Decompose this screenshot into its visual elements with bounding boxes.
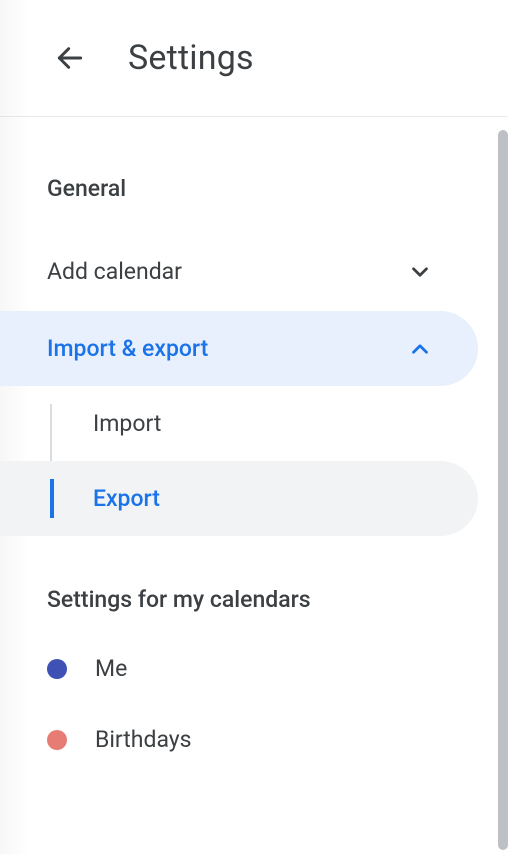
nav-item-add-calendar[interactable]: Add calendar <box>0 232 478 311</box>
sub-item-export[interactable]: Export <box>0 461 478 536</box>
nav-label-general: General <box>47 175 126 202</box>
settings-header: Settings <box>0 0 508 116</box>
calendar-color-dot <box>47 659 67 679</box>
nav-item-general[interactable]: General <box>0 175 478 232</box>
scrollbar[interactable] <box>498 130 508 850</box>
calendar-color-dot <box>47 730 67 750</box>
chevron-down-icon <box>407 259 433 285</box>
sub-item-import[interactable]: Import <box>0 386 478 461</box>
back-button[interactable] <box>50 38 90 78</box>
calendar-label: Birthdays <box>95 726 192 753</box>
page-title: Settings <box>128 38 254 78</box>
active-indicator <box>50 479 54 518</box>
sub-label-import: Import <box>93 410 161 437</box>
sub-item-line <box>50 404 52 461</box>
settings-nav: General Add calendar Import & export Imp… <box>0 117 508 775</box>
arrow-left-icon <box>54 42 86 74</box>
calendars-section-title: Settings for my calendars <box>0 536 508 633</box>
sub-label-export: Export <box>93 485 160 512</box>
nav-label-import-export: Import & export <box>47 335 208 362</box>
chevron-up-icon <box>407 336 433 362</box>
nav-label-add-calendar: Add calendar <box>47 258 182 285</box>
import-export-subitems: Import Export <box>0 386 508 536</box>
calendar-label: Me <box>95 655 127 682</box>
nav-item-import-export[interactable]: Import & export <box>0 311 478 386</box>
calendar-item-me[interactable]: Me <box>0 633 508 704</box>
calendar-item-birthdays[interactable]: Birthdays <box>0 704 508 775</box>
